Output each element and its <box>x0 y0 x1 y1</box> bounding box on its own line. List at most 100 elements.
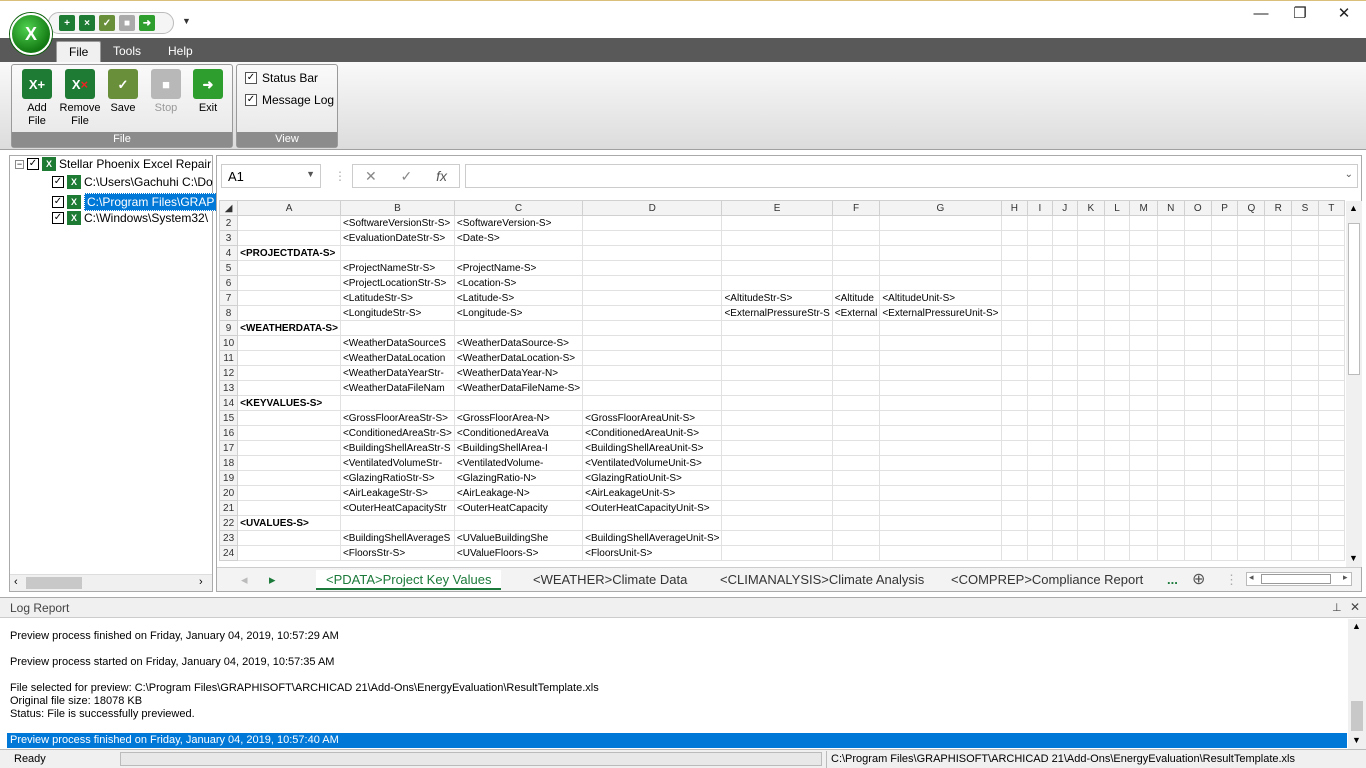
grid-cell[interactable] <box>1077 275 1105 291</box>
grid-cell[interactable] <box>721 440 833 456</box>
grid-cell[interactable] <box>1077 260 1105 276</box>
grid-cell[interactable] <box>1051 440 1079 456</box>
stop-icon[interactable]: ■ <box>119 15 135 31</box>
grid-cell[interactable] <box>879 395 1002 411</box>
grid-cell[interactable] <box>1077 425 1105 441</box>
grid-cell[interactable] <box>339 395 455 411</box>
grid-cell[interactable] <box>831 410 881 426</box>
grid-cell[interactable] <box>1291 215 1319 231</box>
grid-cell[interactable] <box>237 410 341 426</box>
grid-cell[interactable]: <OuterHeatCapacityStr <box>339 500 455 516</box>
grid-cell[interactable] <box>879 530 1002 546</box>
grid-cell[interactable]: <EvaluationDateStr-S> <box>339 230 455 246</box>
grid-cell[interactable] <box>237 230 341 246</box>
row-header[interactable]: 18 <box>219 455 239 471</box>
scroll-left-icon[interactable]: ‹ <box>14 576 18 588</box>
grid-cell[interactable] <box>1129 305 1158 321</box>
grid-cell[interactable] <box>1291 485 1319 501</box>
grid-cell[interactable] <box>1129 530 1158 546</box>
grid-cell[interactable] <box>1077 395 1105 411</box>
row-header[interactable]: 6 <box>219 275 239 291</box>
grid-cell[interactable] <box>1210 395 1239 411</box>
grid-cell[interactable] <box>1183 275 1212 291</box>
grid-cell[interactable] <box>1183 365 1212 381</box>
grid-cell[interactable] <box>1077 485 1105 501</box>
grid-cell[interactable] <box>831 245 881 261</box>
grid-cell[interactable] <box>879 515 1002 531</box>
grid-cell[interactable] <box>582 230 723 246</box>
grid-cell[interactable] <box>1264 260 1293 276</box>
grid-cell[interactable] <box>237 530 341 546</box>
grid-cell[interactable]: <LongitudeStr-S> <box>339 305 455 321</box>
grid-cell[interactable]: <ProjectNameStr-S> <box>339 260 455 276</box>
chevron-down-icon[interactable]: ⌄ <box>1345 169 1353 180</box>
grid-cell[interactable] <box>237 275 341 291</box>
grid-cell[interactable] <box>1000 230 1029 246</box>
grid-cell[interactable] <box>1077 230 1105 246</box>
grid-cell[interactable] <box>1291 305 1319 321</box>
scroll-down-icon[interactable]: ▼ <box>1352 735 1361 745</box>
grid-cell[interactable] <box>1129 365 1158 381</box>
grid-cell[interactable] <box>1237 245 1266 261</box>
grid-cell[interactable] <box>721 530 833 546</box>
spreadsheet-grid[interactable]: ◢ A B C D E F G H I J K L M N O P Q R S T 2 <SoftwareVersionS… <box>219 200 1345 566</box>
grid-cell[interactable] <box>1264 320 1293 336</box>
grid-cell[interactable] <box>237 350 341 366</box>
grid-cell[interactable] <box>1000 485 1029 501</box>
grid-cell[interactable] <box>1210 545 1239 561</box>
sheet-tab-pdata[interactable]: <PDATA>Project Key Values <box>316 570 502 590</box>
grid-cell[interactable] <box>1156 455 1185 471</box>
grid-cell[interactable]: <BuildingShellArea-I <box>453 440 584 456</box>
grid-cell[interactable]: <LatitudeStr-S> <box>339 290 455 306</box>
grid-cell[interactable] <box>1210 485 1239 501</box>
grid-cell[interactable] <box>582 380 723 396</box>
grid-cell[interactable] <box>1210 230 1239 246</box>
grid-cell[interactable] <box>1103 260 1131 276</box>
grid-cell[interactable] <box>831 380 881 396</box>
grid-cell[interactable] <box>1291 260 1319 276</box>
grid-cell[interactable] <box>237 455 341 471</box>
sheet-horizontal-scrollbar[interactable]: ◂ ▸ <box>1246 572 1352 586</box>
grid-cell[interactable] <box>1129 470 1158 486</box>
grid-cell[interactable] <box>879 260 1002 276</box>
grid-cell[interactable] <box>1103 335 1131 351</box>
grid-cell[interactable] <box>721 485 833 501</box>
column-header[interactable]: H <box>1000 200 1029 216</box>
grid-cell[interactable]: <WeatherDataYearStr- <box>339 365 455 381</box>
grid-cell[interactable] <box>1291 530 1319 546</box>
grid-cell[interactable] <box>1264 500 1293 516</box>
row-header[interactable]: 16 <box>219 425 239 441</box>
grid-cell[interactable] <box>1317 545 1345 561</box>
grid-cell[interactable]: <KEYVALUES-S> <box>237 395 341 411</box>
customize-toolbar-icon[interactable]: ▼ <box>182 16 191 26</box>
grid-cell[interactable] <box>1000 335 1029 351</box>
row-header[interactable]: 4 <box>219 245 239 261</box>
grid-cell[interactable] <box>1237 290 1266 306</box>
grid-cell[interactable] <box>1051 515 1079 531</box>
grid-cell[interactable] <box>1103 380 1131 396</box>
grid-cell[interactable] <box>339 245 455 261</box>
grid-cell[interactable] <box>1264 410 1293 426</box>
grid-cell[interactable] <box>1156 320 1185 336</box>
column-header[interactable]: D <box>582 200 723 216</box>
grid-cell[interactable] <box>1156 245 1185 261</box>
grid-cell[interactable] <box>1051 455 1079 471</box>
more-sheets-button[interactable]: ... <box>1167 570 1178 590</box>
grid-cell[interactable] <box>1291 275 1319 291</box>
grid-cell[interactable] <box>582 395 723 411</box>
grid-cell[interactable] <box>1291 455 1319 471</box>
grid-cell[interactable] <box>1077 410 1105 426</box>
grid-cell[interactable] <box>879 545 1002 561</box>
grid-cell[interactable] <box>1210 410 1239 426</box>
grid-cell[interactable]: <UValueBuildingShe <box>453 530 584 546</box>
grid-cell[interactable] <box>831 275 881 291</box>
grid-cell[interactable]: <ExternalPressureStr-S <box>721 305 833 321</box>
grid-cell[interactable] <box>453 515 584 531</box>
grid-cell[interactable] <box>721 395 833 411</box>
grid-cell[interactable] <box>831 455 881 471</box>
grid-cell[interactable] <box>1183 500 1212 516</box>
grid-cell[interactable] <box>1027 515 1053 531</box>
grid-cell[interactable] <box>1291 515 1319 531</box>
grid-cell[interactable]: <FloorsStr-S> <box>339 545 455 561</box>
grid-cell[interactable] <box>1317 455 1345 471</box>
